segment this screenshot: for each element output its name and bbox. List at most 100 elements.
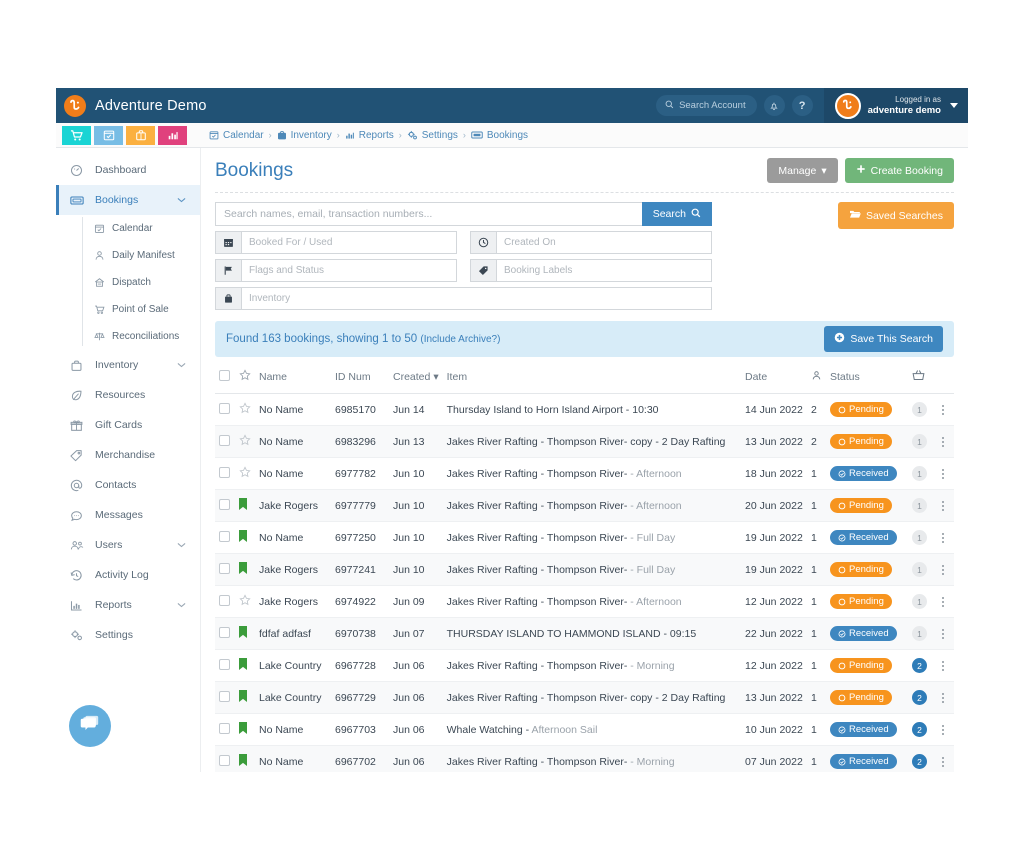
status-header[interactable]: Status	[826, 364, 908, 394]
help-button[interactable]: ?	[791, 95, 813, 116]
row-flag-cell[interactable]	[235, 649, 255, 682]
sidebar-item-users[interactable]: Users	[56, 530, 200, 560]
green-flag-icon[interactable]	[239, 498, 247, 510]
kebab-menu-icon[interactable]	[942, 564, 950, 575]
row-checkbox[interactable]	[219, 754, 230, 766]
status-badge[interactable]: Received	[830, 466, 897, 481]
basket-count-badge[interactable]: 2	[912, 690, 927, 705]
row-menu-cell[interactable]	[938, 713, 954, 746]
row-menu-cell[interactable]	[938, 457, 954, 490]
row-checkbox-cell[interactable]	[215, 617, 235, 650]
row-menu-cell[interactable]	[938, 617, 954, 650]
kebab-menu-icon[interactable]	[942, 756, 950, 767]
kebab-menu-icon[interactable]	[942, 628, 950, 639]
sidebar-item-daily-manifest[interactable]: Daily Manifest	[82, 242, 200, 269]
table-row[interactable]: Jake Rogers 6977779 Jun 10 Jakes River Raft…	[215, 489, 954, 522]
people-header[interactable]	[807, 364, 826, 394]
status-badge[interactable]: Received	[830, 530, 897, 545]
notifications-bell-button[interactable]	[763, 95, 785, 116]
create-booking-button[interactable]: Create Booking	[844, 158, 954, 183]
created-header[interactable]: Created ▾	[389, 364, 443, 394]
breadcrumb-item-settings[interactable]: Settings	[407, 130, 458, 141]
kebab-menu-icon[interactable]	[942, 436, 950, 447]
kebab-menu-icon[interactable]	[942, 692, 950, 703]
breadcrumb-item-reports[interactable]: Reports	[345, 130, 394, 141]
table-row[interactable]: Lake Country 6967728 Jun 06 Jakes River Raf…	[215, 649, 954, 682]
account-search-input[interactable]: Search Account	[656, 95, 757, 116]
status-badge[interactable]: Pending	[830, 562, 892, 577]
name-header[interactable]: Name	[255, 364, 331, 394]
inventory-input[interactable]	[241, 287, 712, 310]
kebab-menu-icon[interactable]	[942, 500, 950, 511]
row-checkbox[interactable]	[219, 626, 230, 638]
breadcrumb-item-bookings[interactable]: Bookings	[471, 130, 528, 141]
green-flag-icon[interactable]	[239, 562, 247, 574]
status-badge[interactable]: Received	[830, 626, 897, 641]
row-flag-cell[interactable]	[235, 617, 255, 650]
table-row[interactable]: fdfaf adfasf 6970738 Jun 07 THURSDAY ISLAND…	[215, 617, 954, 650]
row-flag-cell[interactable]	[235, 553, 255, 586]
save-this-search-button[interactable]: Save This Search	[824, 326, 943, 352]
search-input[interactable]	[215, 202, 642, 226]
row-flag-cell[interactable]	[235, 393, 255, 426]
row-flag-cell[interactable]	[235, 585, 255, 618]
manage-button[interactable]: Manage ▾	[767, 158, 838, 183]
kebab-menu-icon[interactable]	[942, 404, 950, 415]
id-num-header[interactable]: ID Num	[331, 364, 389, 394]
filter-inventory[interactable]	[215, 287, 712, 310]
kebab-menu-icon[interactable]	[942, 660, 950, 671]
basket-count-badge[interactable]: 2	[912, 658, 927, 673]
filter-flags-and-status[interactable]	[215, 259, 457, 282]
row-checkbox-cell[interactable]	[215, 489, 235, 522]
table-row[interactable]: No Name 6985170 Jun 14 Thursday Island to H…	[215, 393, 954, 426]
star-icon[interactable]	[239, 434, 251, 449]
chat-widget-button[interactable]	[69, 705, 111, 747]
row-checkbox-cell[interactable]	[215, 425, 235, 458]
basket-count-badge[interactable]: 1	[912, 434, 927, 449]
green-flag-icon[interactable]	[239, 530, 247, 542]
basket-count-badge[interactable]: 1	[912, 466, 927, 481]
green-flag-icon[interactable]	[239, 658, 247, 670]
row-menu-cell[interactable]	[938, 745, 954, 772]
sidebar-item-reconciliations[interactable]: Reconciliations	[82, 323, 200, 350]
basket-count-badge[interactable]: 1	[912, 626, 927, 641]
sidebar-item-merchandise[interactable]: Merchandise	[56, 440, 200, 470]
flag-header[interactable]	[235, 364, 255, 394]
kebab-menu-icon[interactable]	[942, 532, 950, 543]
date-header[interactable]: Date	[741, 364, 807, 394]
status-badge[interactable]: Pending	[830, 594, 892, 609]
row-checkbox[interactable]	[219, 690, 230, 702]
row-menu-cell[interactable]	[938, 649, 954, 682]
row-checkbox[interactable]	[219, 466, 230, 478]
search-button[interactable]: Search	[641, 202, 712, 226]
basket-header[interactable]	[908, 364, 938, 394]
filter-created-on[interactable]	[470, 231, 712, 254]
row-flag-cell[interactable]	[235, 425, 255, 458]
item-header[interactable]: Item	[442, 364, 741, 394]
sidebar-item-settings[interactable]: Settings	[56, 620, 200, 650]
row-checkbox[interactable]	[219, 562, 230, 574]
basket-count-badge[interactable]: 2	[912, 754, 927, 769]
row-checkbox-cell[interactable]	[215, 713, 235, 746]
star-icon[interactable]	[239, 466, 251, 481]
row-flag-cell[interactable]	[235, 457, 255, 490]
basket-count-badge[interactable]: 2	[912, 722, 927, 737]
row-checkbox-cell[interactable]	[215, 393, 235, 426]
sidebar-item-calendar[interactable]: Calendar	[82, 215, 200, 242]
calendar-tile[interactable]	[94, 125, 123, 145]
row-checkbox[interactable]	[219, 594, 230, 606]
status-badge[interactable]: Pending	[830, 658, 892, 673]
breadcrumb-item-calendar[interactable]: Calendar	[209, 130, 264, 141]
sidebar-item-reports[interactable]: Reports	[56, 590, 200, 620]
row-menu-cell[interactable]	[938, 521, 954, 554]
brand-area[interactable]: Adventure Demo	[56, 94, 207, 117]
status-badge[interactable]: Pending	[830, 498, 892, 513]
table-row[interactable]: No Name 6983296 Jun 13 Jakes River Rafting …	[215, 425, 954, 458]
row-menu-cell[interactable]	[938, 425, 954, 458]
sidebar-item-activity-log[interactable]: Activity Log	[56, 560, 200, 590]
table-row[interactable]: Jake Rogers 6977241 Jun 10 Jakes River Raft…	[215, 553, 954, 586]
green-flag-icon[interactable]	[239, 626, 247, 638]
status-badge[interactable]: Pending	[830, 434, 892, 449]
booking-labels-input[interactable]	[496, 259, 712, 282]
row-flag-cell[interactable]	[235, 681, 255, 714]
